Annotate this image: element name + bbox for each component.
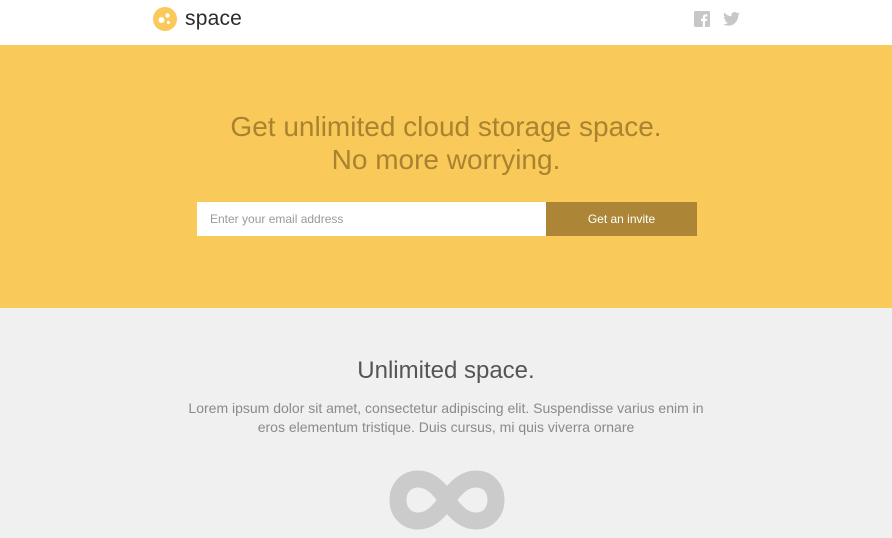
twitter-icon[interactable] — [723, 12, 740, 26]
hero-title-line1: Get unlimited cloud storage space. — [230, 111, 662, 142]
brand[interactable]: space — [153, 7, 242, 31]
features-title: Unlimited space. — [357, 357, 535, 384]
hero-title-line2: No more worrying. — [331, 144, 561, 175]
top-navbar: space — [0, 0, 892, 45]
facebook-icon[interactable] — [694, 11, 710, 27]
features-description: Lorem ipsum dolor sit amet, consectetur … — [188, 400, 704, 435]
hero-section: Get unlimited cloud storage space. No mo… — [0, 45, 892, 308]
infinity-icon — [389, 470, 505, 530]
features-section: Unlimited space. Lorem ipsum dolor sit a… — [0, 308, 892, 538]
get-invite-button[interactable]: Get an invite — [546, 202, 697, 236]
space-logo-icon — [153, 7, 177, 31]
brand-name: space — [185, 7, 243, 30]
email-input[interactable] — [197, 202, 546, 236]
social-links — [694, 11, 740, 27]
signup-form: Get an invite — [197, 202, 697, 236]
